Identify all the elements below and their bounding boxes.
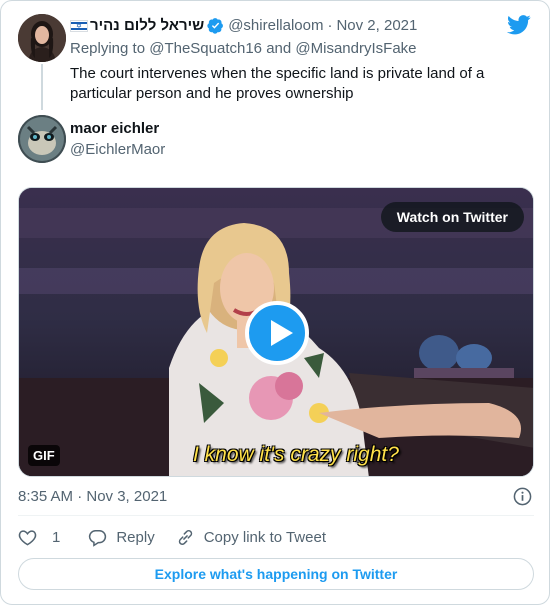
replying-user-link[interactable]: @TheSquatch16 <box>149 40 262 57</box>
reply-button[interactable]: Reply <box>88 528 155 547</box>
parent-avatar[interactable] <box>18 14 66 62</box>
main-display-name[interactable]: maor eichler <box>70 120 159 137</box>
parent-tweet-header: ✡ שיראל ללום נהיר @shirellaloom · Nov 2,… <box>70 17 417 34</box>
reply-label: Reply <box>116 528 155 546</box>
like-button[interactable]: 1 <box>18 528 60 547</box>
play-button-icon[interactable] <box>245 301 309 365</box>
explore-twitter-button[interactable]: Explore what's happening on Twitter <box>18 558 534 590</box>
replying-and: and <box>266 40 292 57</box>
gif-media[interactable]: Watch on Twitter GIF I know it's crazy r… <box>18 187 534 477</box>
twitter-bird-icon[interactable] <box>507 15 531 35</box>
replying-prefix: Replying to <box>70 40 146 57</box>
info-icon[interactable] <box>513 487 532 506</box>
thread-connector-line <box>41 64 43 110</box>
parent-date[interactable]: Nov 2, 2021 <box>336 17 417 34</box>
parent-tweet-text: The court intervenes when the specific l… <box>70 65 485 102</box>
copy-link-button[interactable]: Copy link to Tweet <box>176 528 326 547</box>
reply-bubble-icon <box>89 529 107 547</box>
main-avatar[interactable] <box>18 115 66 163</box>
gif-badge: GIF <box>28 445 60 466</box>
replying-user-link[interactable]: @MisandryIsFake <box>295 40 416 57</box>
embedded-tweet-card: ✡ שיראל ללום נהיר @shirellaloom · Nov 2,… <box>0 0 550 605</box>
like-count: 1 <box>52 528 61 546</box>
tweet-timestamp[interactable]: 8:35 AM · Nov 3, 2021 <box>18 488 167 505</box>
watch-on-twitter-button[interactable]: Watch on Twitter <box>380 202 524 232</box>
verified-badge-icon <box>207 18 224 34</box>
parent-display-name[interactable]: שיראל ללום נהיר <box>90 17 204 34</box>
main-handle[interactable]: @EichlerMaor <box>70 141 165 158</box>
heart-icon <box>18 529 37 546</box>
link-icon <box>178 529 192 545</box>
parent-handle[interactable]: @shirellaloom <box>228 17 323 34</box>
header-separator: · <box>327 17 333 34</box>
copy-link-label: Copy link to Tweet <box>203 528 326 546</box>
replying-to-line: Replying to @TheSquatch16 and @MisandryI… <box>70 40 417 57</box>
gif-caption: I know it's crazy right? <box>193 443 399 466</box>
tweet-actions: 1 Reply Copy link to Tweet <box>18 527 347 547</box>
divider <box>18 515 534 516</box>
israel-flag-icon: ✡ <box>70 19 88 32</box>
